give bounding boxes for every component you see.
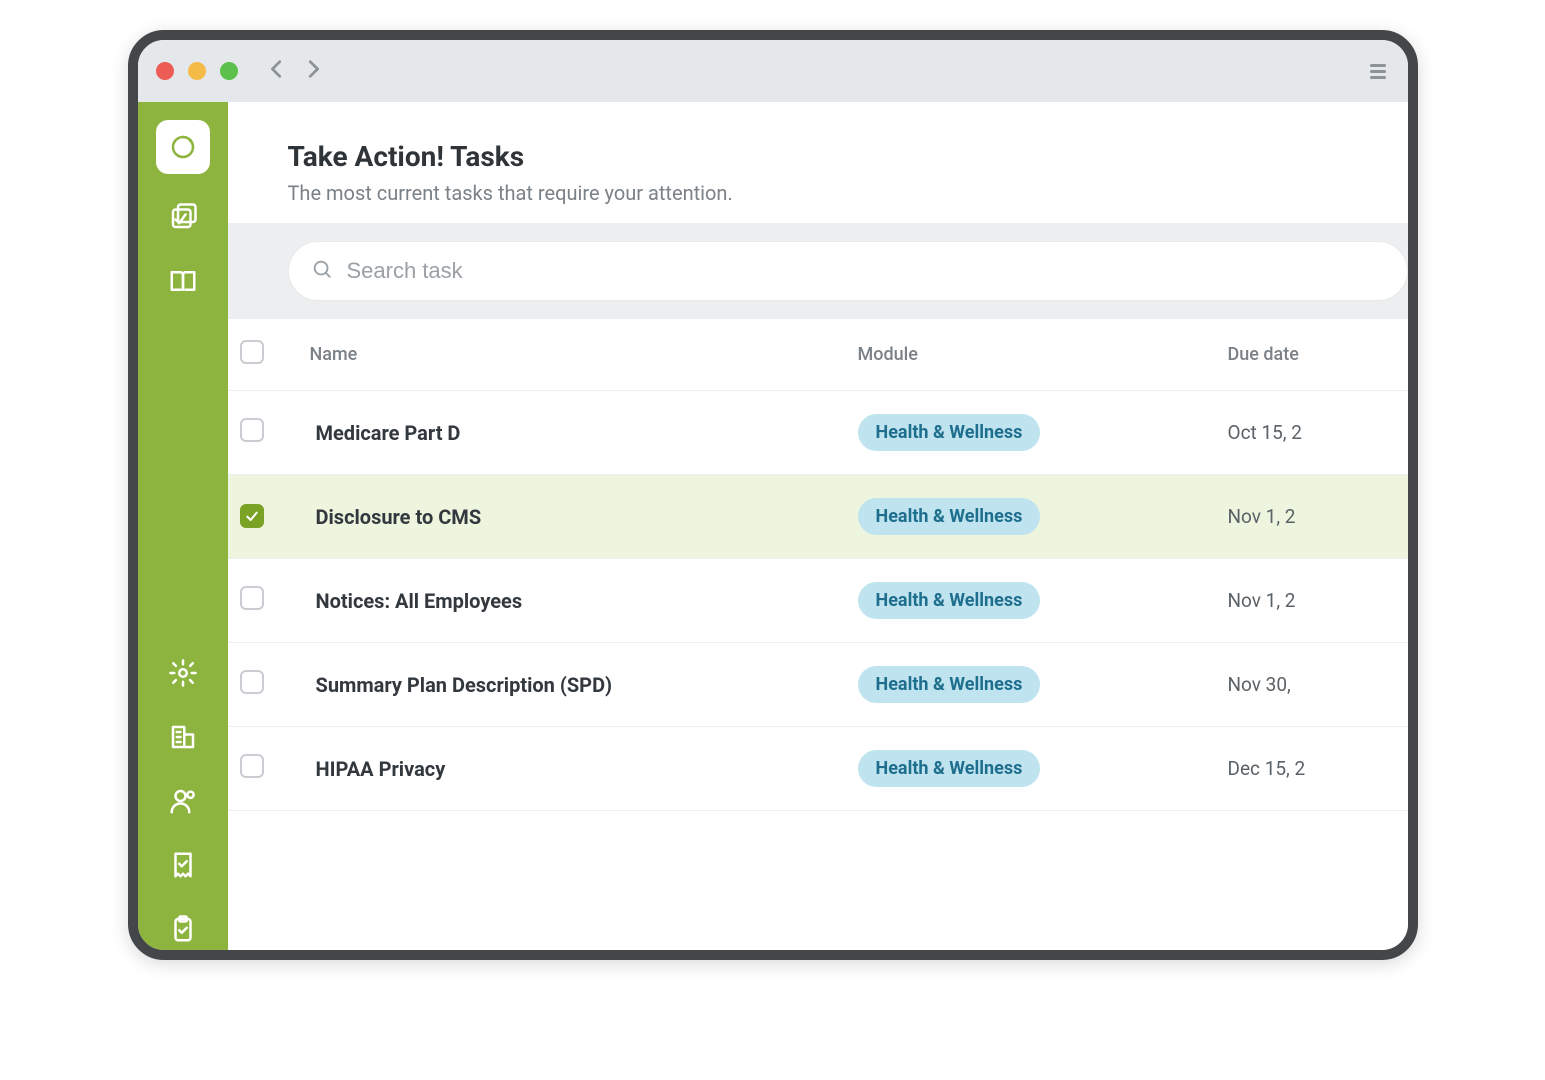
window-zoom-button[interactable] <box>220 62 238 80</box>
column-header-module: Module <box>858 344 1228 365</box>
page-header: Take Action! Tasks The most current task… <box>228 102 1408 223</box>
task-name: Disclosure to CMS <box>310 505 858 529</box>
window-close-button[interactable] <box>156 62 174 80</box>
task-name: Notices: All Employees <box>310 589 858 613</box>
table-row[interactable]: Disclosure to CMSHealth & Wellness Nov 1,… <box>228 475 1408 559</box>
window-menu-button[interactable] <box>1366 60 1390 83</box>
nav-back-button[interactable] <box>266 58 288 84</box>
table-header-row: Name Module Due date <box>228 319 1408 391</box>
row-checkbox[interactable] <box>240 670 264 694</box>
sidebar-item-users[interactable] <box>162 780 204 822</box>
page-title: Take Action! Tasks <box>288 140 1408 173</box>
search-bar[interactable] <box>288 241 1408 301</box>
row-checkbox[interactable] <box>240 418 264 442</box>
due-date: Dec 15, 2 <box>1228 757 1408 780</box>
row-checkbox[interactable] <box>240 586 264 610</box>
sidebar-item-library[interactable] <box>162 260 204 302</box>
task-name: Summary Plan Description (SPD) <box>310 673 858 697</box>
module-pill[interactable]: Health & Wellness <box>858 498 1041 535</box>
page-subtitle: The most current tasks that require your… <box>288 181 1408 205</box>
row-checkbox[interactable] <box>240 504 264 528</box>
column-header-name: Name <box>310 344 858 365</box>
module-pill[interactable]: Health & Wellness <box>858 750 1041 787</box>
nav-forward-button[interactable] <box>302 58 324 84</box>
sidebar-item-settings[interactable] <box>162 652 204 694</box>
module-pill[interactable]: Health & Wellness <box>858 666 1041 703</box>
tasks-table: Name Module Due date Medicare Part DHeal… <box>228 319 1408 950</box>
window-titlebar <box>138 40 1408 102</box>
column-header-due: Due date <box>1228 344 1408 365</box>
due-date: Nov 30, <box>1228 673 1408 696</box>
task-name: HIPAA Privacy <box>310 757 858 781</box>
task-name: Medicare Part D <box>310 421 858 445</box>
search-bar-wrap <box>228 223 1408 319</box>
select-all-checkbox[interactable] <box>240 340 264 364</box>
sidebar <box>138 102 228 950</box>
table-row[interactable]: Summary Plan Description (SPD)Health & W… <box>228 643 1408 727</box>
due-date: Nov 1, 2 <box>1228 589 1408 612</box>
sidebar-item-tasks[interactable] <box>162 196 204 238</box>
search-input[interactable] <box>347 258 1385 284</box>
table-row[interactable]: HIPAA PrivacyHealth & Wellness Dec 15, 2 <box>228 727 1408 811</box>
table-row[interactable]: Medicare Part DHealth & Wellness Oct 15, … <box>228 391 1408 475</box>
row-checkbox[interactable] <box>240 754 264 778</box>
sidebar-item-company[interactable] <box>162 716 204 758</box>
main-content: Take Action! Tasks The most current task… <box>228 102 1408 950</box>
window-minimize-button[interactable] <box>188 62 206 80</box>
app-window: Take Action! Tasks The most current task… <box>128 30 1418 960</box>
sidebar-logo[interactable] <box>156 120 210 174</box>
window-controls <box>156 62 238 80</box>
sidebar-item-clipboard[interactable] <box>162 908 204 950</box>
nav-arrows <box>266 58 324 84</box>
sidebar-item-receipts[interactable] <box>162 844 204 886</box>
due-date: Oct 15, 2 <box>1228 421 1408 444</box>
module-pill[interactable]: Health & Wellness <box>858 582 1041 619</box>
module-pill[interactable]: Health & Wellness <box>858 414 1041 451</box>
search-icon <box>311 258 333 284</box>
due-date: Nov 1, 2 <box>1228 505 1408 528</box>
table-row[interactable]: Notices: All EmployeesHealth & Wellness N… <box>228 559 1408 643</box>
